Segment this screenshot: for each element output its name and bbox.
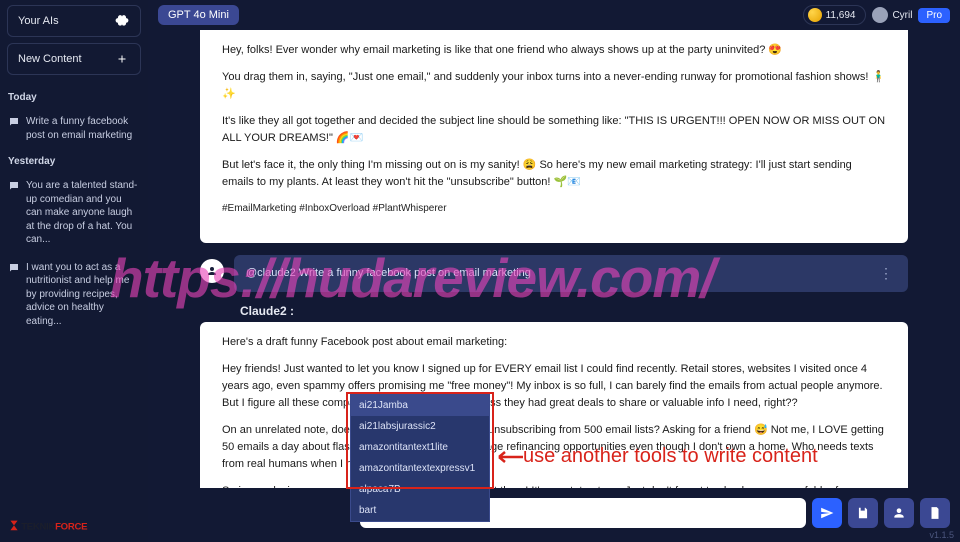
- card1-p3: It's like they all got together and deci…: [222, 113, 886, 147]
- section-yesterday: Yesterday: [0, 150, 148, 173]
- main-content: Hey, folks! Ever wonder why email market…: [148, 30, 960, 488]
- dropdown-item[interactable]: amazontitantext1lite: [351, 437, 489, 458]
- save-button[interactable]: [848, 498, 878, 528]
- user-name: Cyril: [892, 10, 912, 21]
- assistant-card-2: Here's a draft funny Facebook post about…: [200, 322, 908, 488]
- dropdown-item[interactable]: bart: [351, 500, 489, 521]
- svg-text:TEKNIKFORCE: TEKNIKFORCE: [21, 522, 88, 533]
- dropdown-item[interactable]: ai21labsjurassic2: [351, 416, 489, 437]
- dropdown-item[interactable]: amazontitantextexpressv1: [351, 458, 489, 479]
- plus-icon: [114, 52, 130, 66]
- user-text: @claude2 Write a funny facebook post on …: [246, 267, 531, 279]
- card1-p2: You drag them in, saying, "Just one emai…: [222, 69, 886, 103]
- card2-p4: So in conclusio mail list out there! It'…: [222, 483, 886, 488]
- sidebar-item-label: Write a funny facebook post on email mar…: [26, 115, 140, 142]
- card1-p1: Hey, folks! Ever wonder why email market…: [222, 42, 886, 59]
- composer: @: [160, 496, 950, 530]
- card2-p1: Here's a draft funny Facebook post about…: [222, 334, 886, 351]
- user-message: @claude2 Write a funny facebook post on …: [200, 255, 908, 292]
- user-avatar: [200, 259, 224, 283]
- card1-p4: But let's face it, the only thing I'm mi…: [222, 157, 886, 191]
- your-ais-label: Your AIs: [18, 15, 59, 27]
- new-content-button[interactable]: New Content: [7, 43, 141, 75]
- brand-logo: TEKNIKFORCE: [0, 509, 148, 542]
- pro-badge[interactable]: Pro: [918, 8, 950, 23]
- dropdown-item[interactable]: alpaca7B: [351, 479, 489, 500]
- new-content-label: New Content: [18, 53, 82, 65]
- card2-p3: On an unrelated note, does anyone have g…: [222, 422, 886, 473]
- user-bubble: @claude2 Write a funny facebook post on …: [234, 255, 908, 292]
- sidebar-item-label: You are a talented stand-up comedian and…: [26, 179, 140, 247]
- chat-icon: [8, 262, 20, 329]
- user-chip[interactable]: Cyril: [872, 7, 912, 23]
- mention-dropdown[interactable]: ai21Jamba ai21labsjurassic2 amazontitant…: [350, 394, 490, 522]
- coin-icon: [808, 8, 822, 22]
- brain-icon: [114, 14, 130, 28]
- send-button[interactable]: [812, 498, 842, 528]
- more-icon[interactable]: ⋮: [876, 265, 896, 282]
- doc-button[interactable]: [920, 498, 950, 528]
- version-label: v1.1.5: [929, 530, 954, 540]
- chat-icon: [8, 116, 20, 142]
- user-button[interactable]: [884, 498, 914, 528]
- sidebar-item-yesterday-1[interactable]: You are a talented stand-up comedian and…: [0, 173, 148, 255]
- model-selector[interactable]: GPT 4o Mini: [158, 5, 239, 25]
- coin-balance[interactable]: 11,694: [803, 5, 867, 25]
- dropdown-item[interactable]: ai21Jamba: [351, 395, 489, 416]
- avatar-icon: [872, 7, 888, 23]
- card2-p2: Hey friends! Just wanted to let you know…: [222, 361, 886, 412]
- chat-icon: [8, 180, 20, 247]
- sidebar-item-yesterday-2[interactable]: I want you to act as a nutritionist and …: [0, 255, 148, 337]
- sidebar-item-today-1[interactable]: Write a funny facebook post on email mar…: [0, 109, 148, 150]
- sidebar-item-label: I want you to act as a nutritionist and …: [26, 261, 140, 329]
- header: GPT 4o Mini 11,694 Cyril Pro: [148, 0, 960, 30]
- coin-amount: 11,694: [826, 10, 856, 21]
- sidebar: Your AIs New Content Today Write a funny…: [0, 0, 148, 542]
- sidebar-top: Your AIs New Content: [0, 0, 148, 86]
- bot-name: Claude2 :: [240, 304, 908, 318]
- your-ais-button[interactable]: Your AIs: [7, 5, 141, 37]
- section-today: Today: [0, 86, 148, 109]
- card1-hashtags: #EmailMarketing #InboxOverload #PlantWhi…: [222, 201, 886, 217]
- assistant-card-1: Hey, folks! Ever wonder why email market…: [200, 30, 908, 243]
